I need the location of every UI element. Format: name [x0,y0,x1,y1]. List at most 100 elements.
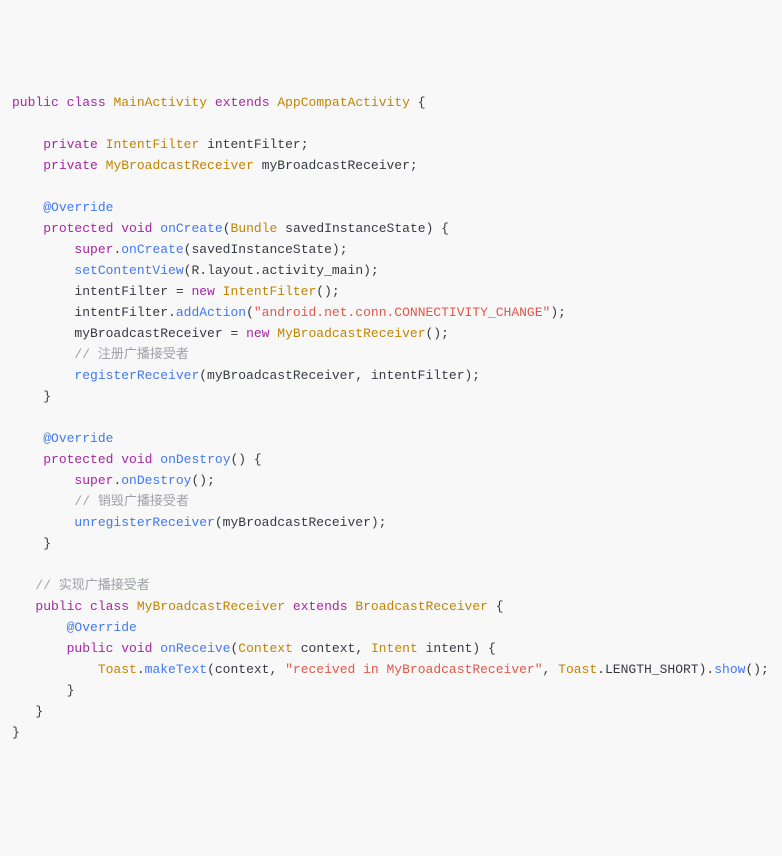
code-line: // 实现广播接受者 [12,578,150,593]
paren: (); [745,662,768,677]
annotation: @Override [67,620,137,635]
paren: ). [699,662,715,677]
code-line: // 销毁广播接受者 [12,494,189,509]
args: (myBroadcastReceiver); [215,515,387,530]
paren: ( [246,305,254,320]
code-line: public class MyBroadcastReceiver extends… [12,599,504,614]
code-line: @Override [12,200,113,215]
code-line: @Override [12,431,113,446]
identifier: layout [207,263,254,278]
brace: } [43,389,51,404]
code-line: } [12,725,20,740]
string-literal: "received in MyBroadcastReceiver" [285,662,542,677]
superclass: AppCompatActivity [277,95,410,110]
dot: . [137,662,145,677]
param-name: savedInstanceState [285,221,425,236]
keyword: void [121,221,152,236]
rest: (); [191,473,214,488]
comma: , [355,641,371,656]
comma: , [543,662,559,677]
rest: () { [231,452,262,467]
brace: } [12,725,20,740]
identifier: activity_main [262,263,363,278]
code-line: setContentView(R.layout.activity_main); [12,263,379,278]
keyword: class [90,599,129,614]
keyword: public [35,599,82,614]
object: intentFilter. [74,305,175,320]
args: (myBroadcastReceiver, intentFilter); [199,368,480,383]
annotation: @Override [43,431,113,446]
param-type: Intent [371,641,418,656]
keyword: super [74,473,113,488]
method-call: onDestroy [121,473,191,488]
code-line: public void onReceive(Context context, I… [12,641,496,656]
method-call: unregisterReceiver [74,515,214,530]
dot: . [597,662,605,677]
string-literal: "android.net.conn.CONNECTIVITY_CHANGE" [254,305,550,320]
code-line: super.onCreate(savedInstanceState); [12,242,348,257]
keyword: extends [215,95,270,110]
rest: (); [426,326,449,341]
keyword: public [67,641,114,656]
code-line: intentFilter = new IntentFilter(); [12,284,340,299]
code-line: private MyBroadcastReceiver myBroadcastR… [12,158,418,173]
rest: (); [316,284,339,299]
code-line: registerReceiver(myBroadcastReceiver, in… [12,368,480,383]
code-line: } [12,536,51,551]
brace: } [67,683,75,698]
code-line: private IntentFilter intentFilter; [12,137,309,152]
keyword: protected [43,452,113,467]
method-name: onCreate [160,221,222,236]
comment: // 注册广播接受者 [74,347,188,362]
type: MyBroadcastReceiver [277,326,425,341]
constant: LENGTH_SHORT [605,662,699,677]
keyword: protected [43,221,113,236]
keyword: extends [293,599,348,614]
class-name: MainActivity [113,95,207,110]
keyword: public [12,95,59,110]
param-type: Bundle [231,221,278,236]
brace: { [496,599,504,614]
keyword: super [74,242,113,257]
class-name: MyBroadcastReceiver [137,599,285,614]
param-name: context [301,641,356,656]
method-call: setContentView [74,263,183,278]
method-name: onReceive [160,641,230,656]
method-call: onCreate [121,242,183,257]
keyword: class [67,95,106,110]
paren: ( [223,221,231,236]
param-name: intent [426,641,473,656]
paren: ) { [426,221,449,236]
code-block: public class MainActivity extends AppCom… [12,92,770,743]
args: (savedInstanceState); [184,242,348,257]
code-line: protected void onDestroy() { [12,452,262,467]
code-line: // 注册广播接受者 [12,347,189,362]
type: IntentFilter [223,284,317,299]
comment: // 销毁广播接受者 [74,494,188,509]
code-line: } [12,704,43,719]
superclass: BroadcastReceiver [355,599,488,614]
keyword: private [43,137,98,152]
method-name: onDestroy [160,452,230,467]
field: myBroadcastReceiver; [262,158,418,173]
keyword: void [121,452,152,467]
method-call: makeText [145,662,207,677]
field: intentFilter; [207,137,308,152]
code-line: unregisterReceiver(myBroadcastReceiver); [12,515,387,530]
lhs: myBroadcastReceiver = [74,326,246,341]
args: (context, [207,662,285,677]
param-type: Context [238,641,293,656]
paren: ); [363,263,379,278]
code-line: public class MainActivity extends AppCom… [12,95,426,110]
paren: ) { [472,641,495,656]
brace: } [35,704,43,719]
code-line: myBroadcastReceiver = new MyBroadcastRec… [12,326,449,341]
type: IntentFilter [106,137,200,152]
code-line: } [12,683,74,698]
comment: // 实现广播接受者 [35,578,149,593]
method-call: addAction [176,305,246,320]
class-ref: Toast [558,662,597,677]
keyword: private [43,158,98,173]
method-call: registerReceiver [74,368,199,383]
code-line: intentFilter.addAction("android.net.conn… [12,305,566,320]
